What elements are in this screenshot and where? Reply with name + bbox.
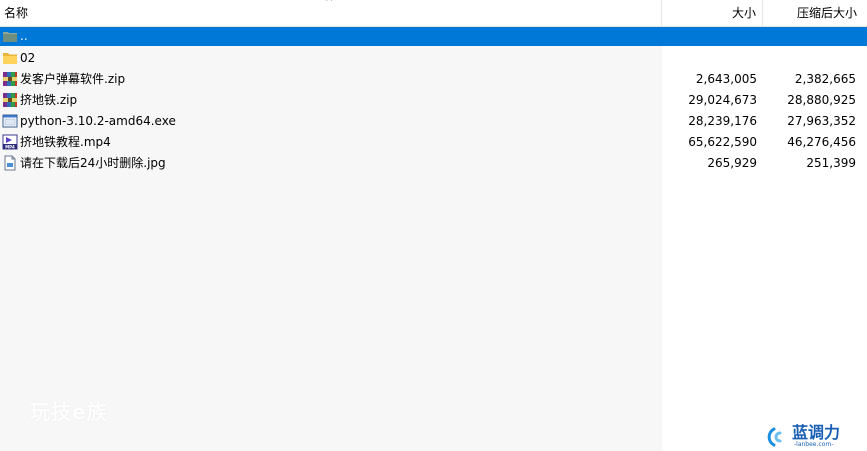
file-packed-size: 46,276,456 (787, 135, 856, 149)
watermark-right-logo: 蓝调力 -lanbee.com- (766, 424, 862, 450)
file-packed-size: 251,399 (806, 156, 856, 170)
file-row-zip-2[interactable]: 挤地铁.zip 29,024,673 28,880,925 (0, 90, 867, 111)
file-name: 02 (20, 51, 36, 65)
exe-icon (2, 114, 18, 128)
column-header-packed-label: 压缩后大小 (796, 6, 857, 20)
file-row-folder-02[interactable]: 02 (0, 48, 867, 69)
watermark-left: 玩技e族 (30, 400, 108, 424)
file-name: 发客户弹幕软件.zip (20, 72, 126, 86)
zip-archive-icon (3, 93, 17, 107)
column-header-size[interactable]: 大小 (662, 0, 763, 27)
file-size: 65,622,590 (688, 135, 757, 149)
watermark-right-subtext: -lanbee.com- (794, 441, 834, 448)
file-name: 挤地铁.zip (20, 93, 78, 107)
file-name: 挤地铁教程.mp4 (20, 135, 111, 149)
folder-up-icon (3, 32, 17, 42)
file-packed-size: 2,382,665 (794, 72, 856, 86)
folder-icon (3, 53, 17, 64)
zip-archive-icon (3, 72, 17, 86)
file-row-zip-1[interactable]: 发客户弹幕软件.zip 2,643,005 2,382,665 (0, 69, 867, 90)
file-packed-size: 27,963,352 (787, 114, 856, 128)
file-list: .. 02 发客户弹幕软件.zip 2,643,005 2,382,665 挤地… (0, 27, 867, 174)
file-name: python-3.10.2-amd64.exe (20, 114, 176, 128)
file-size: 28,239,176 (688, 114, 757, 128)
watermark-right-text: 蓝调力 (792, 423, 841, 442)
file-size: 29,024,673 (688, 93, 757, 107)
file-row-exe[interactable]: python-3.10.2-amd64.exe 28,239,176 27,96… (0, 111, 867, 132)
file-size: 2,643,005 (695, 72, 757, 86)
file-row-parent[interactable]: .. (0, 27, 867, 46)
column-header-size-label: 大小 (731, 6, 756, 20)
image-file-icon (4, 155, 16, 171)
svg-text:MP4: MP4 (5, 144, 15, 149)
column-header-packed-size[interactable]: 压缩后大小 (763, 0, 867, 27)
column-header-name-label: 名称 (4, 6, 29, 20)
file-size: 265,929 (707, 156, 757, 170)
file-row-mp4[interactable]: MP4 挤地铁教程.mp4 65,622,590 46,276,456 (0, 132, 867, 153)
signal-logo-icon (767, 427, 782, 447)
column-header: 名称 ^ 大小 压缩后大小 (0, 0, 867, 27)
file-name: .. (20, 29, 28, 43)
file-name: 请在下载后24小时删除.jpg (20, 156, 166, 170)
file-packed-size: 28,880,925 (787, 93, 856, 107)
archive-window: 名称 ^ 大小 压缩后大小 .. 02 发客户弹幕软件.zip 2,643,00… (0, 0, 867, 451)
sort-ascending-icon: ^ (325, 0, 334, 8)
mp4-icon: MP4 (2, 134, 18, 150)
file-row-jpg[interactable]: 请在下载后24小时删除.jpg 265,929 251,399 (0, 153, 867, 174)
